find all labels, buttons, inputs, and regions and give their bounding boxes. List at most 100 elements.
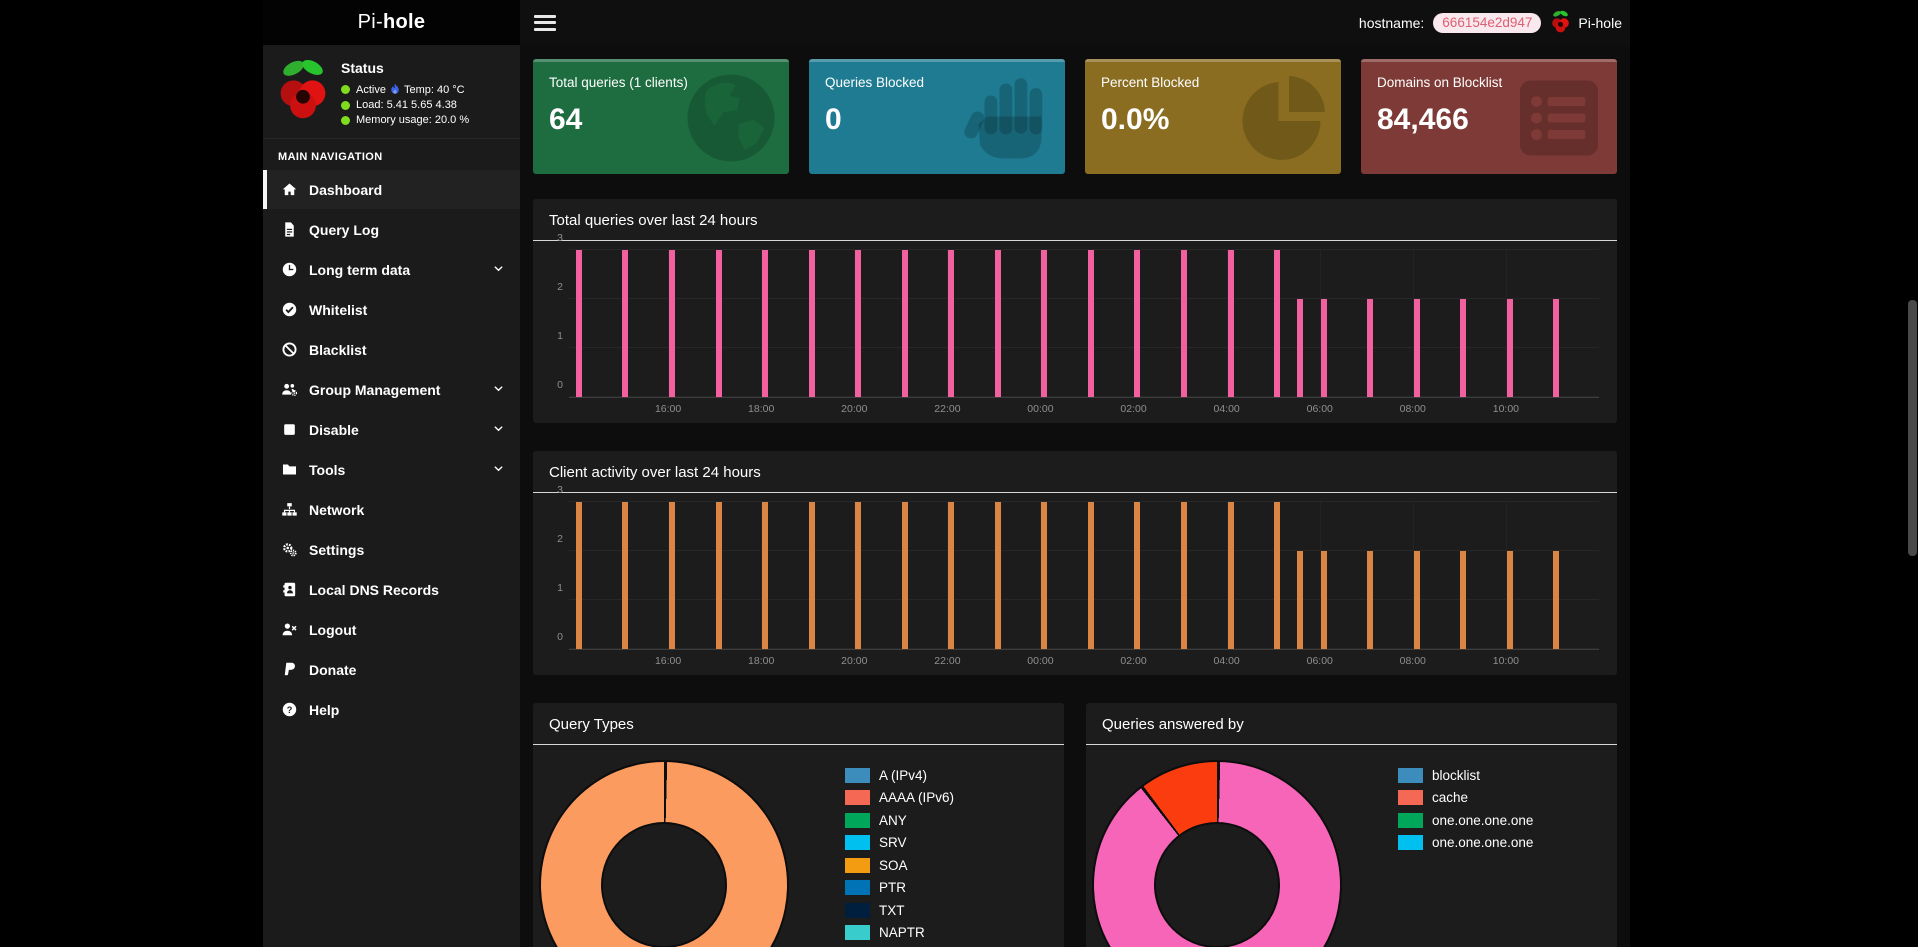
client-activity-chart[interactable]: 012316:0018:0020:0022:0000:0002:0004:000…: [533, 493, 1617, 675]
legend-item[interactable]: PTR: [845, 877, 954, 900]
bar-20:05[interactable]: [855, 250, 861, 397]
sidebar-item-logout[interactable]: Logout: [263, 610, 520, 649]
bar-23:05[interactable]: [995, 502, 1001, 649]
hamburger-menu-icon[interactable]: [534, 15, 556, 31]
legend-swatch: [1398, 813, 1423, 828]
brand-prefix: Pi-: [358, 11, 383, 34]
sidebar-item-local-dns-records[interactable]: Local DNS Records: [263, 570, 520, 609]
bar-02:05[interactable]: [1134, 250, 1140, 397]
legend-item[interactable]: TXT: [845, 899, 954, 922]
legend-item[interactable]: NAPTR: [845, 922, 954, 945]
status-load-row: Load: 5.41 5.65 4.38: [341, 99, 469, 111]
legend-swatch: [845, 790, 870, 805]
bar-09:05[interactable]: [1460, 551, 1466, 649]
sidebar-item-blacklist[interactable]: Blacklist: [263, 330, 520, 369]
card-title: Percent Blocked: [1101, 75, 1325, 90]
bar-08:05[interactable]: [1414, 299, 1420, 397]
sidebar-item-long-term-data[interactable]: Long term data: [263, 250, 520, 289]
bar-10:05[interactable]: [1507, 551, 1513, 649]
bar-05:35[interactable]: [1297, 551, 1303, 649]
bar-03:05[interactable]: [1181, 250, 1187, 397]
bar-19:05[interactable]: [809, 502, 815, 649]
vertical-scrollbar[interactable]: [1908, 300, 1917, 556]
legend-item[interactable]: SRV: [845, 832, 954, 855]
legend-item[interactable]: AAAA (IPv6): [845, 787, 954, 810]
legend-item[interactable]: cache: [1398, 787, 1533, 810]
square-icon: [278, 421, 300, 438]
sidebar-item-query-log[interactable]: Query Log: [263, 210, 520, 249]
bar-23:05[interactable]: [995, 250, 1001, 397]
bar-05:35[interactable]: [1297, 299, 1303, 397]
y-axis-tick: 1: [543, 330, 563, 342]
donut-panels-row: Query Types A (IPv4)AAAA (IPv6)ANYSRVSOA…: [533, 703, 1617, 947]
bar-22:05[interactable]: [948, 502, 954, 649]
legend-label: blocklist: [1432, 768, 1480, 783]
bar-17:05[interactable]: [716, 250, 722, 397]
brand-logo[interactable]: Pi-hole: [263, 0, 520, 45]
bar-00:05[interactable]: [1041, 250, 1047, 397]
legend-label: SOA: [879, 858, 908, 873]
sidebar-item-group-management[interactable]: Group Management: [263, 370, 520, 409]
status-memory-row: Memory usage: 20.0 %: [341, 114, 469, 126]
legend-item[interactable]: one.one.one.one: [1398, 809, 1533, 832]
bar-07:05[interactable]: [1367, 299, 1373, 397]
bar-11:05[interactable]: [1553, 551, 1559, 649]
sidebar-item-dashboard[interactable]: Dashboard: [263, 170, 520, 209]
sidebar-item-settings[interactable]: Settings: [263, 530, 520, 569]
donut-hole: [603, 824, 725, 946]
bar-20:05[interactable]: [855, 502, 861, 649]
legend-item[interactable]: A (IPv4): [845, 764, 954, 787]
sidebar-item-whitelist[interactable]: Whitelist: [263, 290, 520, 329]
legend-item[interactable]: SOA: [845, 854, 954, 877]
bar-16:05[interactable]: [669, 250, 675, 397]
x-axis-tick: 10:00: [1493, 655, 1519, 667]
pihole-home-link[interactable]: Pi-hole: [1550, 10, 1622, 36]
queries-answered-donut[interactable]: [1094, 762, 1340, 947]
status-title: Status: [341, 60, 469, 76]
bar-18:05[interactable]: [762, 502, 768, 649]
query-types-donut[interactable]: [541, 762, 787, 947]
sidebar-item-label: Network: [309, 502, 364, 518]
bar-11:05[interactable]: [1553, 299, 1559, 397]
bar-05:05[interactable]: [1274, 502, 1280, 649]
bar-21:05[interactable]: [902, 502, 908, 649]
bar-01:05[interactable]: [1088, 250, 1094, 397]
total-queries-chart[interactable]: 012316:0018:0020:0022:0000:0002:0004:000…: [533, 241, 1617, 423]
bar-04:05[interactable]: [1228, 250, 1234, 397]
bar-09:05[interactable]: [1460, 299, 1466, 397]
bar-02:05[interactable]: [1134, 502, 1140, 649]
legend-label: AAAA (IPv6): [879, 790, 954, 805]
file-icon: [278, 221, 300, 238]
sidebar-item-disable[interactable]: Disable: [263, 410, 520, 449]
bar-08:05[interactable]: [1414, 551, 1420, 649]
card-value: 0.0%: [1101, 103, 1325, 137]
sidebar-item-network[interactable]: Network: [263, 490, 520, 529]
bar-06:05[interactable]: [1321, 299, 1327, 397]
bar-00:05[interactable]: [1041, 502, 1047, 649]
bar-03:05[interactable]: [1181, 502, 1187, 649]
bar-16:05[interactable]: [669, 502, 675, 649]
bar-18:05[interactable]: [762, 250, 768, 397]
sidebar-item-help[interactable]: ?Help: [263, 690, 520, 729]
legend-item[interactable]: blocklist: [1398, 764, 1533, 787]
bar-15:05[interactable]: [622, 502, 628, 649]
bar-01:05[interactable]: [1088, 502, 1094, 649]
bar-14:05[interactable]: [576, 502, 582, 649]
bar-21:05[interactable]: [902, 250, 908, 397]
bar-04:05[interactable]: [1228, 502, 1234, 649]
legend-item[interactable]: ANY: [845, 809, 954, 832]
bar-22:05[interactable]: [948, 250, 954, 397]
bar-19:05[interactable]: [809, 250, 815, 397]
bar-17:05[interactable]: [716, 502, 722, 649]
bar-07:05[interactable]: [1367, 551, 1373, 649]
card-value: 0: [825, 103, 1049, 137]
bar-05:05[interactable]: [1274, 250, 1280, 397]
topnav-right: hostname: 666154e2d947 Pi-hole: [1359, 10, 1622, 36]
sidebar-item-donate[interactable]: Donate: [263, 650, 520, 689]
bar-14:05[interactable]: [576, 250, 582, 397]
bar-15:05[interactable]: [622, 250, 628, 397]
bar-10:05[interactable]: [1507, 299, 1513, 397]
bar-06:05[interactable]: [1321, 551, 1327, 649]
sidebar-item-tools[interactable]: Tools: [263, 450, 520, 489]
legend-item[interactable]: one.one.one.one: [1398, 832, 1533, 855]
